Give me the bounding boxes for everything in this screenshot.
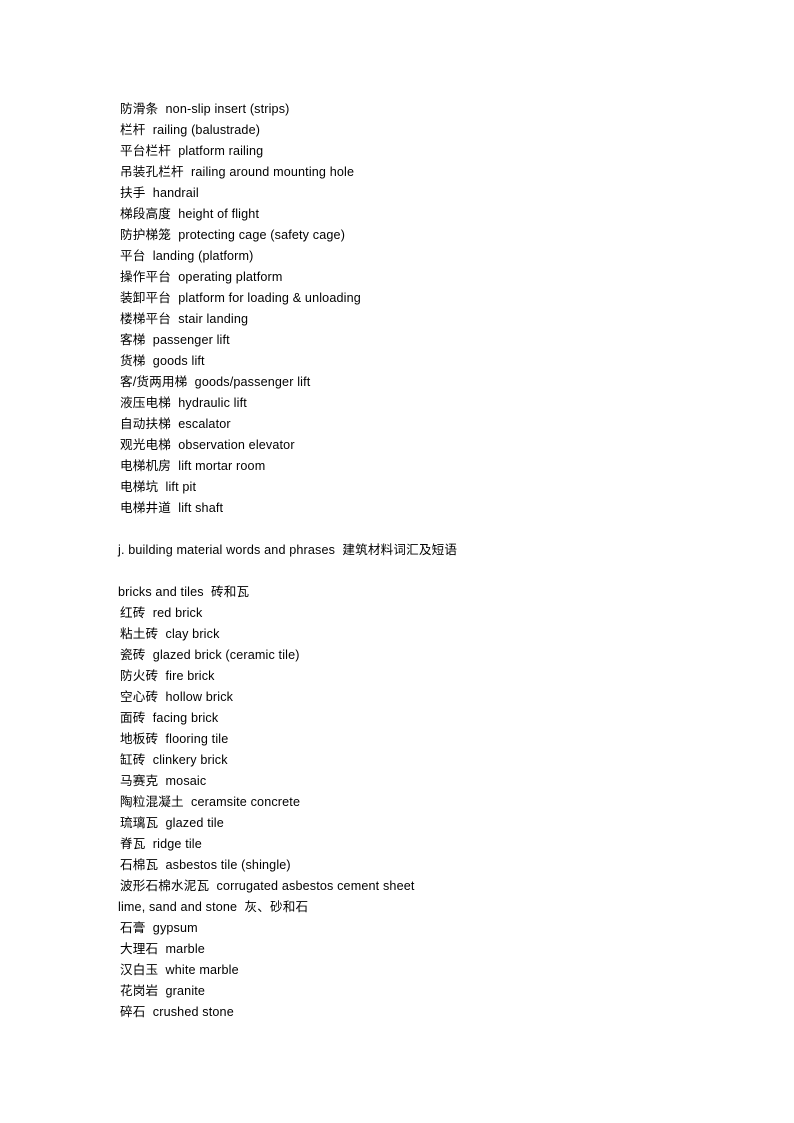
glossary-entry: 脊瓦 ridge tile <box>120 837 202 851</box>
glossary-entry: 操作平台 operating platform <box>120 270 283 284</box>
glossary-entry: 扶手 handrail <box>120 186 199 200</box>
glossary-entry: 客梯 passenger lift <box>120 333 230 347</box>
glossary-entry: 客/货两用梯 goods/passenger lift <box>120 375 311 389</box>
glossary-entry: 瓷砖 glazed brick (ceramic tile) <box>120 648 300 662</box>
glossary-entry: 防护梯笼 protecting cage (safety cage) <box>120 228 346 242</box>
glossary-entry: 粘土砖 clay brick <box>120 627 220 641</box>
subsection-heading: bricks and tiles 砖和瓦 <box>118 585 250 599</box>
glossary-entry: 陶粒混凝土 ceramsite concrete <box>120 795 301 809</box>
document-page: 防滑条 non-slip insert (strips) 栏杆 railing (… <box>0 0 794 1123</box>
glossary-entry: 观光电梯 observation elevator <box>120 438 295 452</box>
glossary-entry: 平台 landing (platform) <box>120 249 254 263</box>
glossary-entry: 楼梯平台 stair landing <box>120 312 249 326</box>
glossary-entry: 梯段高度 height of flight <box>120 207 260 221</box>
glossary-entry: 波形石棉水泥瓦 corrugated asbestos cement sheet <box>120 879 415 893</box>
glossary-entry: 汉白玉 white marble <box>120 963 239 977</box>
glossary-entry: 花岗岩 granite <box>120 984 206 998</box>
document-body: 防滑条 non-slip insert (strips) 栏杆 railing (… <box>118 99 734 1023</box>
glossary-entry: 大理石 marble <box>120 942 205 956</box>
glossary-entry: 地板砖 flooring tile <box>120 732 229 746</box>
glossary-entry: 电梯机房 lift mortar room <box>120 459 266 473</box>
glossary-entry: 缸砖 clinkery brick <box>120 753 228 767</box>
glossary-entry: 自动扶梯 escalator <box>120 417 231 431</box>
glossary-entry: 平台栏杆 platform railing <box>120 144 264 158</box>
glossary-entry: 琉璃瓦 glazed tile <box>120 816 224 830</box>
glossary-entry: 面砖 facing brick <box>120 711 219 725</box>
glossary-entry: 栏杆 railing (balustrade) <box>120 123 261 137</box>
glossary-entry: 空心砖 hollow brick <box>120 690 234 704</box>
glossary-entry: 碎石 crushed stone <box>120 1005 234 1019</box>
glossary-entry: 吊装孔栏杆 railing around mounting hole <box>120 165 355 179</box>
glossary-entry: 防火砖 fire brick <box>120 669 215 683</box>
glossary-entry: 货梯 goods lift <box>120 354 205 368</box>
subsection-heading: lime, sand and stone 灰、砂和石 <box>118 900 309 914</box>
glossary-entry: 电梯井道 lift shaft <box>120 501 224 515</box>
glossary-entry: 装卸平台 platform for loading & unloading <box>120 291 361 305</box>
glossary-entry: 电梯坑 lift pit <box>120 480 197 494</box>
section-heading: j. building material words and phrases 建… <box>118 543 458 557</box>
glossary-entry: 石膏 gypsum <box>120 921 198 935</box>
glossary-entry: 马赛克 mosaic <box>120 774 207 788</box>
glossary-entry: 液压电梯 hydraulic lift <box>120 396 247 410</box>
glossary-entry: 石棉瓦 asbestos tile (shingle) <box>120 858 291 872</box>
glossary-entry: 防滑条 non-slip insert (strips) <box>120 102 290 116</box>
glossary-entry: 红砖 red brick <box>120 606 203 620</box>
